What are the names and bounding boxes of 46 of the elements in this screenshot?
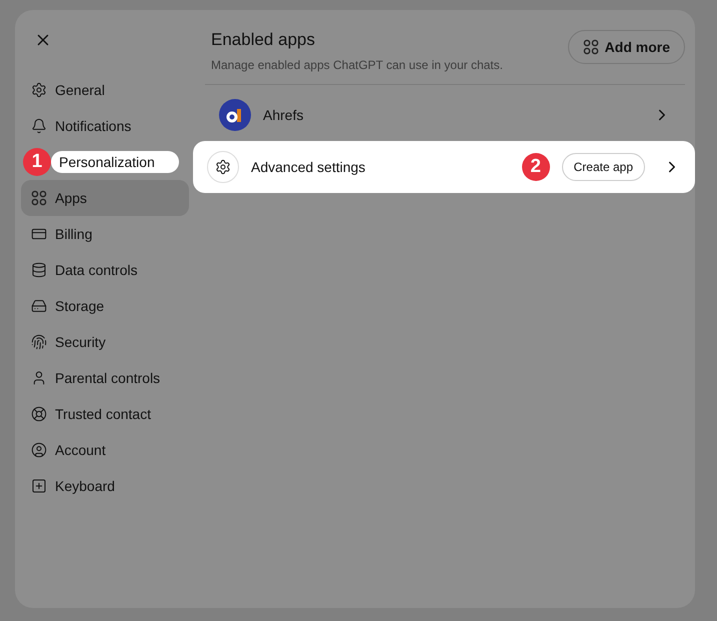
sidebar-item[interactable]: Apps [21, 180, 189, 216]
sidebar-item[interactable]: Account [21, 432, 189, 468]
person-icon [31, 370, 47, 386]
callout-badge: 2 [522, 153, 550, 181]
sidebar-item[interactable]: Trusted contact [21, 396, 189, 432]
sidebar-item[interactable]: Data controls [21, 252, 189, 288]
item-label: General [55, 82, 105, 98]
row-label: Advanced settings [251, 159, 366, 175]
highlighted-label: Personalization [51, 151, 179, 173]
lifebuoy-icon [31, 406, 47, 422]
database-icon [31, 262, 47, 278]
drive-icon [31, 298, 47, 314]
sidebar-item[interactable]: Storage [21, 288, 189, 324]
sidebar-item[interactable]: Keyboard [21, 468, 189, 504]
sidebar-item[interactable]: Billing [21, 216, 189, 252]
advanced-settings-row[interactable]: Advanced settings 2 Create app [193, 141, 695, 193]
add-more-button[interactable]: Add more [568, 30, 685, 64]
app-logo-icon [219, 99, 251, 131]
item-label: Storage [55, 298, 104, 314]
create-app-button[interactable]: Create app [562, 153, 645, 181]
grid-icon [31, 190, 47, 206]
item-label: Trusted contact [55, 406, 151, 422]
gear-icon [31, 82, 47, 98]
account-icon [31, 442, 47, 458]
item-label: Billing [55, 226, 92, 242]
card-icon [31, 226, 47, 242]
item-label: Parental controls [55, 370, 160, 386]
section-description: Manage enabled apps ChatGPT can use in your chats. [211, 58, 503, 72]
sidebar-item[interactable]: 1 Personalization [21, 144, 189, 180]
sidebar-item[interactable]: Notifications [21, 108, 189, 144]
section-title: Enabled apps [211, 30, 316, 50]
gear-icon [207, 151, 239, 183]
sidebar-item[interactable]: Parental controls [21, 360, 189, 396]
callout-badge: 1 [23, 148, 51, 176]
item-label: Account [55, 442, 106, 458]
item-label: Apps [55, 190, 87, 206]
bell-icon [31, 118, 47, 134]
fingerprint-icon [31, 334, 47, 350]
app-row[interactable]: Ahrefs [205, 89, 685, 141]
item-label: Notifications [55, 118, 132, 134]
item-label: Security [55, 334, 106, 350]
app-name: Ahrefs [263, 107, 304, 123]
item-label: Keyboard [55, 478, 115, 494]
item-label: Data controls [55, 262, 138, 278]
sidebar-item[interactable]: General [21, 72, 189, 108]
sidebar-item[interactable]: Security [21, 324, 189, 360]
